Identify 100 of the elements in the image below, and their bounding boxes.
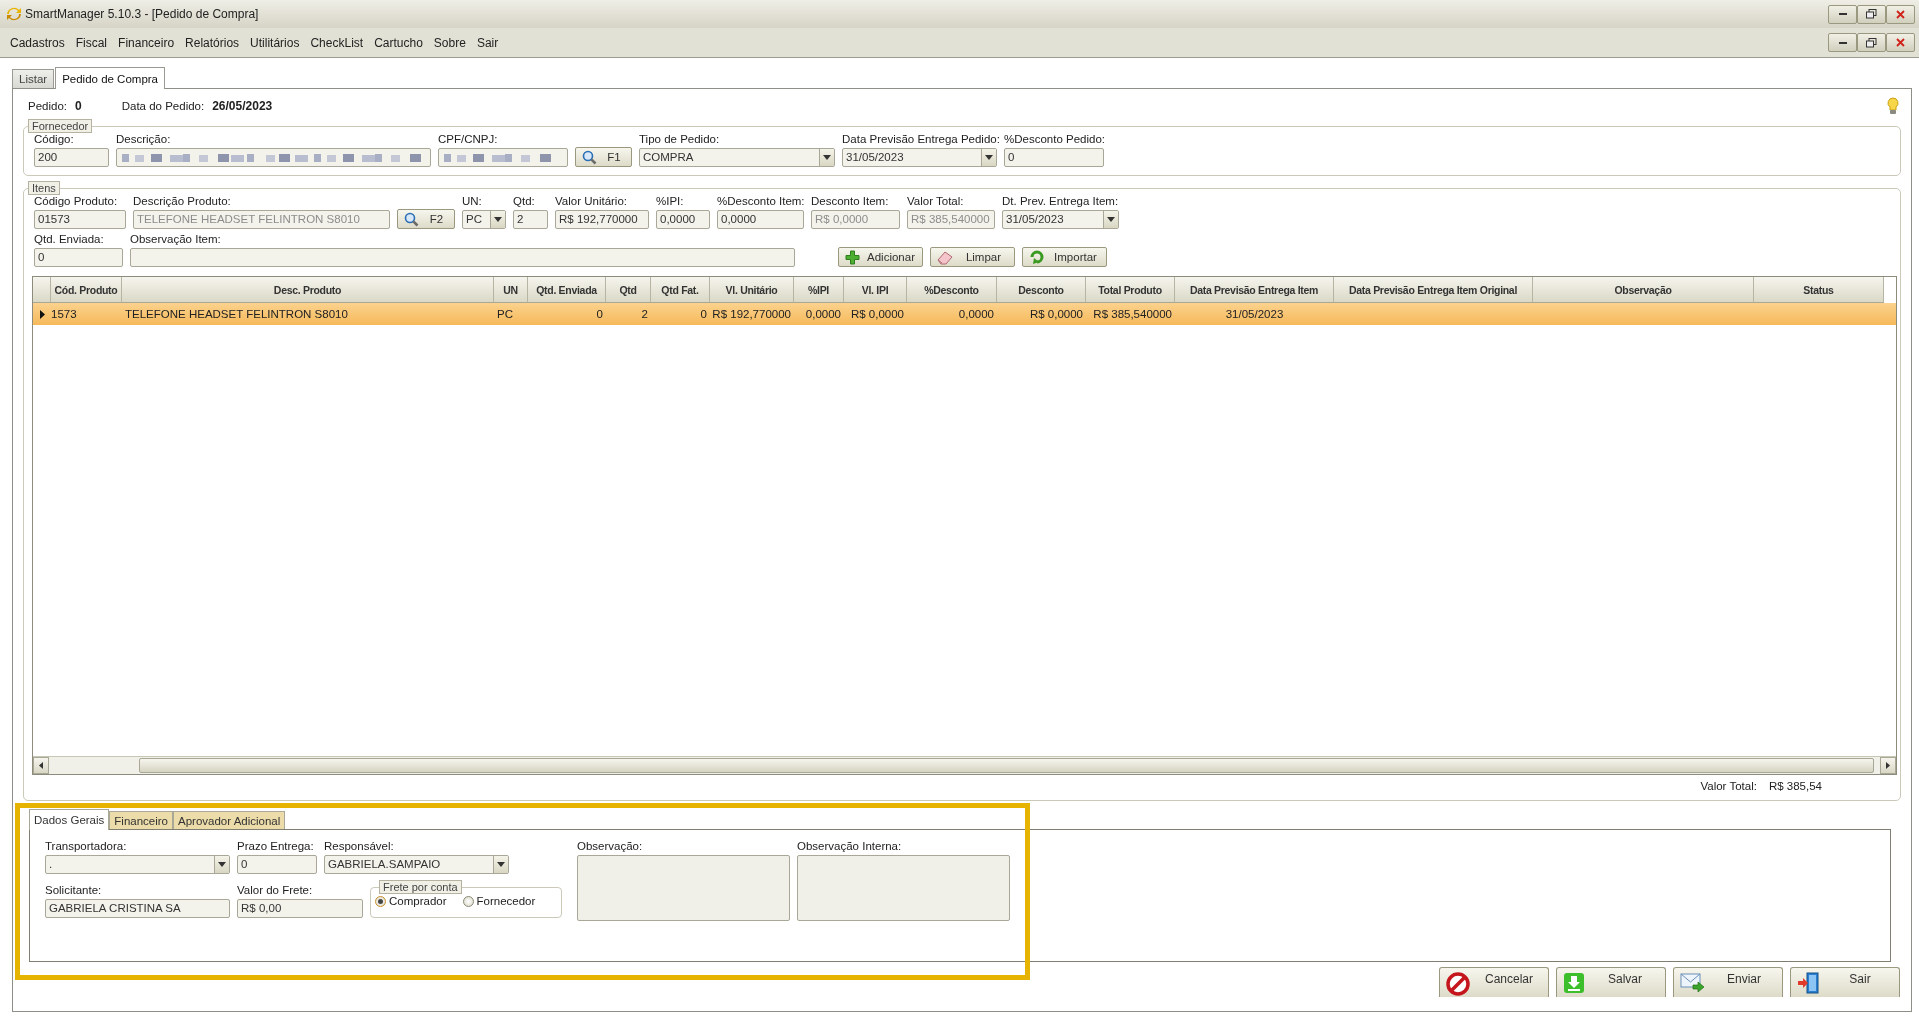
- search-icon: [404, 211, 419, 227]
- menu-item[interactable]: Relatórios: [180, 33, 246, 52]
- column-header[interactable]: UN: [494, 277, 528, 303]
- dropdown-button[interactable]: [981, 149, 996, 166]
- column-header[interactable]: Desconto: [997, 277, 1086, 303]
- menu-item[interactable]: Financeiro: [113, 33, 181, 52]
- group-title: Frete por conta: [379, 880, 462, 894]
- minimize-button[interactable]: [1828, 4, 1857, 24]
- input-field[interactable]: 200: [34, 148, 109, 167]
- minimize-icon: [1838, 41, 1847, 44]
- input-field[interactable]: 01573: [34, 210, 126, 229]
- menu-item[interactable]: Cartucho: [369, 33, 429, 52]
- dropdown-field[interactable]: 31/05/2023: [1002, 210, 1119, 229]
- dropdown-button[interactable]: [819, 149, 834, 166]
- tab[interactable]: Listar: [12, 69, 55, 88]
- menu-item[interactable]: Sair: [471, 33, 505, 52]
- dropdown-field[interactable]: COMPRA: [639, 148, 835, 167]
- input-field[interactable]: GABRIELA CRISTINA SA: [45, 899, 230, 918]
- tab[interactable]: Pedido de Compra: [55, 67, 166, 89]
- field-label: Observação Interna:: [797, 840, 902, 852]
- search-button[interactable]: F2: [397, 209, 455, 229]
- menu-item[interactable]: Cadastros: [5, 33, 71, 52]
- column-header[interactable]: Vl. IPI: [844, 277, 907, 303]
- menu-item[interactable]: CheckList: [305, 33, 370, 52]
- save-button[interactable]: Salvar: [1556, 967, 1666, 997]
- caret-icon: [494, 217, 502, 222]
- table-cell-text: 31/05/2023: [1224, 307, 1285, 322]
- input-field[interactable]: 2: [513, 210, 548, 229]
- dropdown-field[interactable]: .: [45, 855, 230, 874]
- dropdown-button[interactable]: [493, 856, 508, 873]
- corner-header: [33, 277, 51, 303]
- column-header[interactable]: Desc. Produto: [122, 277, 494, 303]
- column-header[interactable]: Qtd: [606, 277, 651, 303]
- column-header[interactable]: Observação: [1533, 277, 1754, 303]
- tab[interactable]: Financeiro: [109, 811, 173, 829]
- add-button[interactable]: Adicionar: [838, 247, 923, 267]
- column-header[interactable]: %IPI: [794, 277, 844, 303]
- total-label: Valor Total:: [1700, 780, 1757, 792]
- column-header[interactable]: Qtd. Enviada: [528, 277, 606, 303]
- download-icon: [1563, 972, 1585, 994]
- column-header[interactable]: Total Produto: [1086, 277, 1175, 303]
- dropdown-button[interactable]: [214, 856, 229, 873]
- column-header[interactable]: Vl. Unitário: [710, 277, 794, 303]
- table-cell-text: R$ 0,0000: [849, 307, 905, 322]
- dropdown-button[interactable]: [1103, 211, 1118, 228]
- cancel-button[interactable]: Cancelar: [1439, 967, 1549, 997]
- lightbulb-icon[interactable]: [1887, 97, 1899, 115]
- horizontal-scrollbar[interactable]: [33, 756, 1896, 774]
- caret-icon: [823, 155, 831, 160]
- table-cell-text: 0,0000: [957, 307, 995, 322]
- field-label: Código:: [34, 133, 74, 145]
- column-header[interactable]: Qtd Fat.: [651, 277, 710, 303]
- total-value: R$ 385,54: [1768, 780, 1822, 792]
- column-header[interactable]: Data Previsão Entrega Item: [1175, 277, 1334, 303]
- menu-item[interactable]: Sobre: [428, 33, 472, 52]
- radio-button[interactable]: Fornecedor: [462, 895, 536, 907]
- column-header[interactable]: Status: [1754, 277, 1884, 303]
- menu-item[interactable]: Fiscal: [70, 33, 114, 52]
- search-button[interactable]: F1: [575, 147, 632, 167]
- dropdown-field[interactable]: GABRIELA.SAMPAIO: [324, 855, 509, 874]
- tab[interactable]: Aprovador Adicional: [173, 811, 286, 829]
- restore-button[interactable]: [1857, 33, 1886, 52]
- field-label: Data do Pedido:: [121, 100, 205, 112]
- clear-button[interactable]: Limpar: [930, 247, 1015, 267]
- scroll-right-icon[interactable]: [1886, 762, 1890, 769]
- input-field[interactable]: R$ 192,770000: [555, 210, 649, 229]
- minimize-button[interactable]: [1828, 33, 1857, 52]
- input-field[interactable]: 0: [1004, 148, 1104, 167]
- input-field[interactable]: [116, 148, 431, 167]
- no-entry-icon: [1446, 972, 1470, 996]
- input-field[interactable]: [130, 248, 795, 267]
- column-header[interactable]: Cód. Produto: [51, 277, 122, 303]
- close-button[interactable]: [1886, 33, 1915, 52]
- menu-item[interactable]: Utilitários: [245, 33, 306, 52]
- send-button[interactable]: Enviar: [1673, 967, 1783, 997]
- tab[interactable]: Dados Gerais: [29, 809, 110, 830]
- input-field[interactable]: [438, 148, 568, 167]
- input-field[interactable]: 0,0000: [656, 210, 710, 229]
- import-button[interactable]: Importar: [1022, 247, 1107, 267]
- exit-button[interactable]: Sair: [1790, 967, 1900, 997]
- dropdown-field[interactable]: PC: [462, 210, 506, 229]
- field-label: Dt. Prev. Entrega Item:: [1002, 195, 1119, 207]
- scroll-left-icon[interactable]: [39, 762, 43, 769]
- field-label: Solicitante:: [45, 884, 102, 896]
- group-title: Fornecedor: [28, 119, 93, 133]
- table-row[interactable]: 1573 TELEFONE HEADSET FELINTRON S8010 PC 0 2 0 R$ 192,770000 0,0000 R$ 0,0000 0,0000 R$ 0,0000 R$ 385,540000 31/05/2023: [33, 303, 1896, 325]
- field-label: %Desconto Item:: [717, 195, 805, 207]
- radio-button[interactable]: Comprador: [375, 895, 447, 907]
- envelope-icon: [1680, 972, 1706, 994]
- restore-button[interactable]: [1857, 4, 1886, 24]
- door-icon: [1797, 972, 1821, 994]
- input-field[interactable]: 0: [34, 248, 123, 267]
- input-field[interactable]: 0: [237, 855, 317, 874]
- dropdown-field[interactable]: 31/05/2023: [842, 148, 997, 167]
- close-button[interactable]: [1886, 4, 1915, 24]
- input-field[interactable]: 0,0000: [717, 210, 804, 229]
- column-header[interactable]: Data Previsão Entrega Item Original: [1334, 277, 1533, 303]
- dropdown-button[interactable]: [490, 211, 505, 228]
- column-header[interactable]: %Desconto: [907, 277, 997, 303]
- input-field[interactable]: R$ 0,00: [237, 899, 363, 918]
